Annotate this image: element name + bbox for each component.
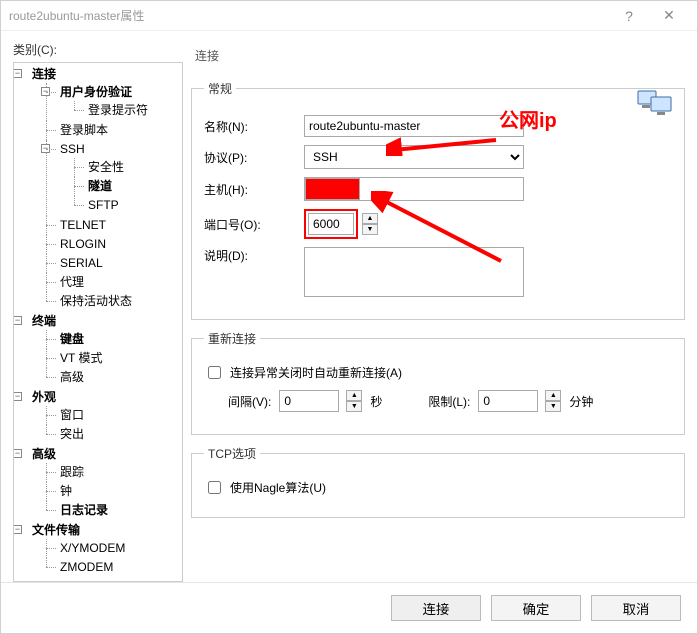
host-input-redacted[interactable] — [305, 178, 360, 200]
interval-unit: 秒 — [370, 393, 382, 410]
settings-pane: 连接 常规 名称(N): 协议(P): SSH — [191, 41, 685, 582]
general-group: 常规 名称(N): 协议(P): SSH 主机(H): — [191, 80, 685, 320]
tree-xymodem[interactable]: X/YMODEM — [60, 541, 125, 555]
tree-login-script[interactable]: 登录脚本 — [60, 123, 108, 137]
expand-icon[interactable]: − — [41, 87, 50, 96]
window-title: route2ubuntu-master属性 — [9, 7, 609, 24]
nagle-label: 使用Nagle算法(U) — [230, 479, 326, 496]
name-input[interactable] — [304, 115, 524, 137]
tcp-legend: TCP选项 — [204, 445, 260, 462]
reconnect-group: 重新连接 连接异常关闭时自动重新连接(A) 间隔(V): ▲ ▼ 秒 限制(L)… — [191, 330, 685, 435]
expand-icon[interactable]: − — [13, 69, 22, 78]
host-input[interactable] — [360, 178, 523, 200]
expand-icon[interactable]: − — [13, 316, 22, 325]
tree-serial[interactable]: SERIAL — [60, 256, 103, 270]
tree-term-advanced[interactable]: 高级 — [60, 370, 84, 384]
page-heading: 连接 — [191, 41, 685, 70]
help-button[interactable]: ? — [609, 8, 649, 24]
titlebar: route2ubuntu-master属性 ? ✕ — [1, 1, 697, 31]
expand-icon[interactable]: − — [13, 449, 22, 458]
tree-highlight[interactable]: 突出 — [60, 427, 84, 441]
category-label: 类别(C): — [13, 41, 183, 58]
general-legend: 常规 — [204, 80, 236, 97]
tree-advanced[interactable]: 高级 — [32, 447, 56, 461]
tree-filetransfer[interactable]: 文件传输 — [32, 523, 80, 537]
properties-dialog: route2ubuntu-master属性 ? ✕ 类别(C): − 连接 − … — [0, 0, 698, 634]
interval-label: 间隔(V): — [228, 393, 271, 410]
tree-ssh[interactable]: SSH — [60, 142, 85, 156]
name-label: 名称(N): — [204, 118, 304, 135]
tree-telnet[interactable]: TELNET — [60, 218, 106, 232]
auto-reconnect-label: 连接异常关闭时自动重新连接(A) — [230, 364, 402, 381]
tree-proxy[interactable]: 代理 — [60, 275, 84, 289]
interval-input[interactable] — [279, 390, 339, 412]
tree-appearance[interactable]: 外观 — [32, 390, 56, 404]
tree-security[interactable]: 安全性 — [88, 160, 124, 174]
tree-keepalive[interactable]: 保持活动状态 — [60, 294, 132, 308]
limit-label: 限制(L): — [428, 393, 470, 410]
port-up-button[interactable]: ▲ — [362, 213, 378, 224]
tree-rlogin[interactable]: RLOGIN — [60, 237, 106, 251]
tree-terminal[interactable]: 终端 — [32, 314, 56, 328]
port-label: 端口号(O): — [204, 216, 304, 233]
auto-reconnect-checkbox[interactable] — [208, 366, 221, 379]
desc-label: 说明(D): — [204, 247, 304, 264]
ok-button[interactable]: 确定 — [491, 595, 581, 621]
tree-zmodem[interactable]: ZMODEM — [60, 560, 113, 574]
tree-logging[interactable]: 日志记录 — [60, 503, 108, 517]
category-pane: 类别(C): − 连接 − 用户身份验证 登录提示符 登录脚本 — [13, 41, 183, 582]
tree-trace[interactable]: 跟踪 — [60, 465, 84, 479]
tree-connection[interactable]: 连接 — [32, 67, 56, 81]
computers-icon — [637, 85, 673, 117]
desc-textarea[interactable] — [304, 247, 524, 297]
limit-down-button[interactable]: ▼ — [545, 401, 561, 412]
tree-vt[interactable]: VT 模式 — [60, 351, 102, 365]
expand-icon[interactable]: − — [13, 392, 22, 401]
annotation-public-ip: 公网ip — [499, 104, 557, 133]
nagle-checkbox[interactable] — [208, 481, 221, 494]
limit-input[interactable] — [478, 390, 538, 412]
tree-bell[interactable]: 钟 — [60, 484, 72, 498]
close-button[interactable]: ✕ — [649, 7, 689, 24]
protocol-select[interactable]: SSH — [304, 145, 524, 169]
port-input[interactable] — [308, 213, 354, 235]
category-tree[interactable]: − 连接 − 用户身份验证 登录提示符 登录脚本 − SSH — [13, 62, 183, 582]
tree-sftp[interactable]: SFTP — [88, 198, 119, 212]
host-label: 主机(H): — [204, 181, 304, 198]
tree-keyboard[interactable]: 键盘 — [60, 332, 84, 346]
tree-auth[interactable]: 用户身份验证 — [60, 85, 132, 99]
tree-window[interactable]: 窗口 — [60, 408, 84, 422]
protocol-label: 协议(P): — [204, 149, 304, 166]
tree-tunnel[interactable]: 隧道 — [88, 179, 112, 193]
dialog-footer: 连接 确定 取消 — [1, 582, 697, 633]
expand-icon[interactable]: − — [41, 144, 50, 153]
interval-down-button[interactable]: ▼ — [346, 401, 362, 412]
cancel-button[interactable]: 取消 — [591, 595, 681, 621]
interval-up-button[interactable]: ▲ — [346, 390, 362, 401]
limit-unit: 分钟 — [569, 393, 593, 410]
reconnect-legend: 重新连接 — [204, 330, 260, 347]
port-down-button[interactable]: ▼ — [362, 224, 378, 235]
limit-up-button[interactable]: ▲ — [545, 390, 561, 401]
expand-icon[interactable]: − — [13, 525, 22, 534]
tree-login-prompt[interactable]: 登录提示符 — [88, 103, 148, 117]
connect-button[interactable]: 连接 — [391, 595, 481, 621]
tcp-group: TCP选项 使用Nagle算法(U) — [191, 445, 685, 518]
